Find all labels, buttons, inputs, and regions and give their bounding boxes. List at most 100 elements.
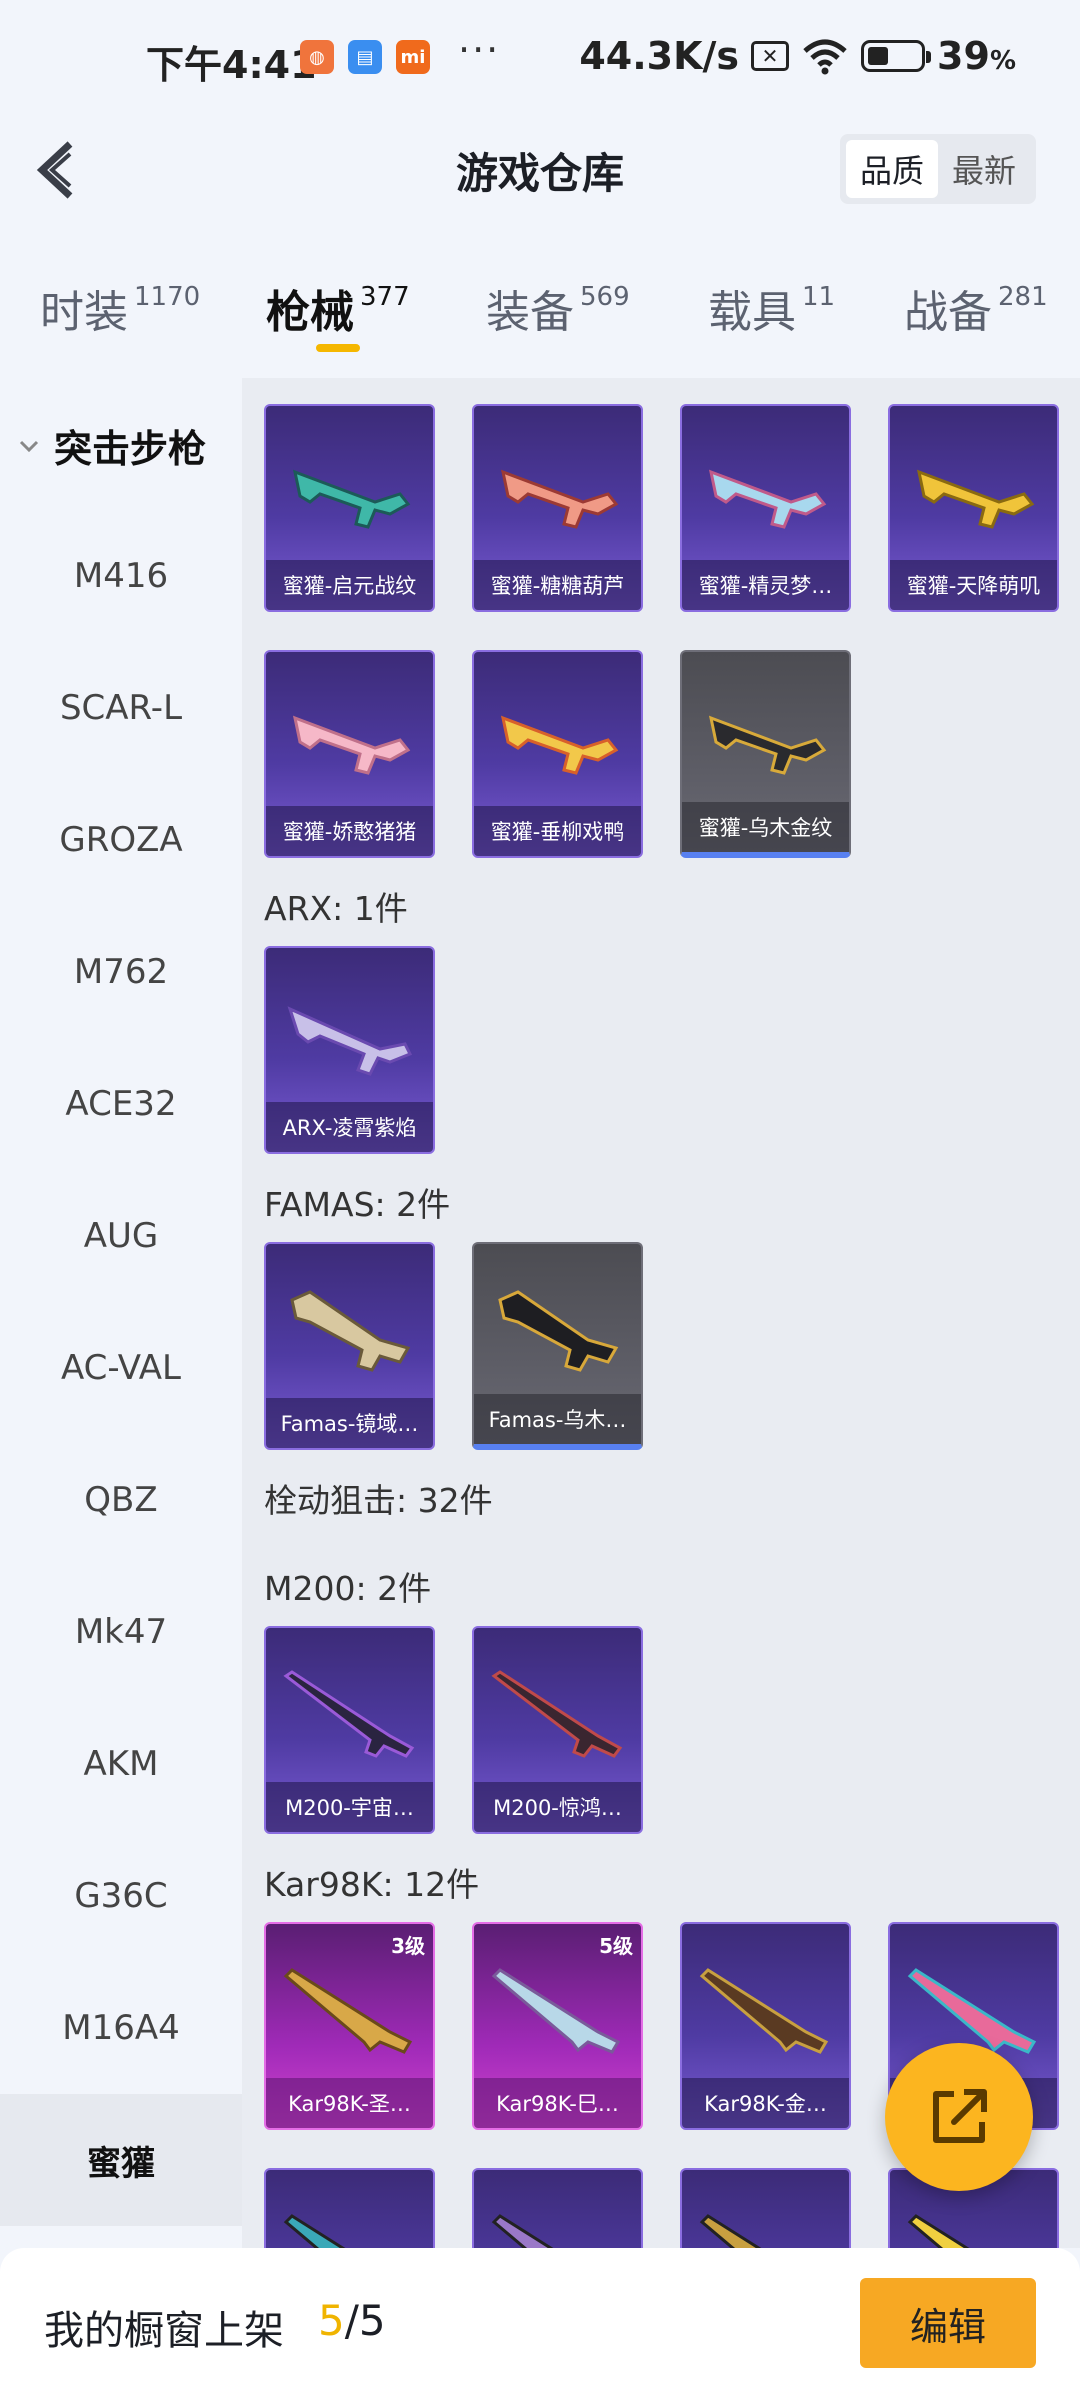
sidebar-item-m762[interactable]: M762 — [0, 906, 242, 1038]
tab-equipment[interactable]: 装备 569 — [486, 276, 630, 340]
sidebar-item-groza[interactable]: GROZA — [0, 774, 242, 906]
network-speed: 44.3K/s — [579, 34, 740, 78]
rifle-icon — [287, 1006, 413, 1076]
weapon-card[interactable]: Kar98K-金… — [680, 1922, 851, 2130]
sort-newest-button[interactable]: 最新 — [938, 140, 1030, 198]
rifle-icon — [292, 715, 411, 775]
weapon-card[interactable]: Famas-镜域… — [264, 1242, 435, 1450]
category-tabs: 时装 1170 枪械 377 装备 569 载具 11 战备 281 — [0, 250, 1080, 360]
sidebar-item-ace32[interactable]: ACE32 — [0, 1038, 242, 1170]
weapon-sidebar: 突击步枪 M416 SCAR-L GROZA M762 ACE32 AUG AC… — [0, 378, 242, 2248]
sort-quality-button[interactable]: 品质 — [846, 140, 938, 198]
card-row: Famas-镜域… Famas-乌木… — [264, 1242, 643, 1450]
rifle-icon — [708, 715, 827, 775]
tab-weapons[interactable]: 枪械 377 — [266, 276, 410, 340]
card-label: 蜜獾-糖糖葫芦 — [474, 560, 641, 610]
weapon-card[interactable]: 5级 Kar98K-巳… — [472, 1922, 643, 2130]
wallet-notification-icon: ▤ — [348, 40, 382, 74]
card-label: ARX-凌霄紫焰 — [266, 1102, 433, 1152]
tab-label: 载具 — [708, 287, 796, 338]
tab-count: 281 — [998, 282, 1048, 312]
weapon-grid-panel: 蜜獾-启元战纹 蜜獾-糖糖葫芦 蜜獾-精灵梦… 蜜獾-天降萌叽 蜜獾-娇憨猪猪 … — [242, 378, 1080, 2248]
rifle-icon — [498, 1290, 619, 1372]
card-label: Famas-乌木… — [474, 1394, 641, 1444]
card-label: 蜜獾-启元战纹 — [266, 560, 433, 610]
weapon-card[interactable]: 蜜獾-启元战纹 — [264, 404, 435, 612]
section-title-bolt-action: 栓动狙击: 32件 — [264, 1481, 493, 1520]
sidebar-item-m416[interactable]: M416 — [0, 510, 242, 642]
weapon-card[interactable] — [264, 2168, 435, 2248]
card-label: 蜜獾-天降萌叽 — [890, 560, 1057, 610]
sidebar-item-ac-val[interactable]: AC-VAL — [0, 1302, 242, 1434]
sidebar-item-scar-l[interactable]: SCAR-L — [0, 642, 242, 774]
share-button[interactable] — [885, 2043, 1033, 2191]
sidebar-group-label: 突击步枪 — [54, 427, 207, 471]
showcase-bar: 我的橱窗上架 5/5 编辑 — [0, 2248, 1080, 2400]
card-label: M200-惊鸿… — [474, 1782, 641, 1832]
weapon-card[interactable]: 蜜獾-垂柳戏鸭 — [472, 650, 643, 858]
sniper-rifle-icon — [491, 1670, 623, 1758]
sidebar-item-honey-badger[interactable]: 蜜獾 — [0, 2094, 242, 2226]
weapon-card[interactable]: 蜜獾-娇憨猪猪 — [264, 650, 435, 858]
section-title-m200: M200: 2件 — [264, 1569, 432, 1608]
card-label: 蜜獾-乌木金纹 — [682, 802, 849, 852]
weapon-card[interactable]: 蜜獾-乌木金纹 — [680, 650, 851, 858]
sort-toggle: 品质 最新 — [840, 134, 1036, 204]
sniper-rifle-icon — [283, 2214, 346, 2248]
showcase-current: 5 — [318, 2296, 345, 2345]
sidebar-item-g36c[interactable]: G36C — [0, 1830, 242, 1962]
sidebar-item-aug[interactable]: AUG — [0, 1170, 242, 1302]
tab-label: 时装 — [40, 287, 128, 338]
sniper-rifle-icon — [283, 1670, 415, 1758]
weapon-card[interactable]: M200-宇宙… — [264, 1626, 435, 1834]
section-title-kar98k: Kar98K: 12件 — [264, 1865, 480, 1904]
chevron-down-icon — [19, 440, 39, 452]
edit-button[interactable]: 编辑 — [860, 2278, 1036, 2368]
weapon-card[interactable]: ARX-凌霄紫焰 — [264, 946, 435, 1154]
weapon-card[interactable]: 蜜獾-精灵梦… — [680, 404, 851, 612]
showcase-total: /5 — [344, 2296, 386, 2345]
battery-icon — [861, 40, 932, 72]
weapon-card[interactable]: M200-惊鸿… — [472, 1626, 643, 1834]
section-title-famas: FAMAS: 2件 — [264, 1185, 451, 1224]
card-label: Famas-镜域… — [266, 1398, 433, 1448]
rifle-icon — [916, 469, 1035, 529]
share-external-icon — [933, 2089, 987, 2143]
tab-fashion[interactable]: 时装 1170 — [40, 276, 200, 340]
card-label: M200-宇宙… — [266, 1782, 433, 1832]
status-bar: 下午4:41 ◍ ▤ mi ··· 44.3K/s ✕ 39% — [0, 0, 1080, 110]
sidebar-item-m16a4[interactable]: M16A4 — [0, 1962, 242, 2094]
rifle-icon — [500, 469, 619, 529]
rifle-icon — [708, 469, 827, 529]
sidebar-group-assault-rifles[interactable]: 突击步枪 — [18, 418, 206, 473]
weapon-card[interactable]: 3级 Kar98K-圣… — [264, 1922, 435, 2130]
status-right: 44.3K/s ✕ 39% — [579, 34, 1016, 78]
showcase-count: 5/5 — [318, 2296, 386, 2345]
weapon-card[interactable] — [472, 2168, 643, 2248]
sniper-rifle-icon — [491, 2214, 554, 2248]
tab-battle-gear[interactable]: 战备 281 — [904, 276, 1048, 340]
weapon-card[interactable] — [680, 2168, 851, 2248]
rifle-icon — [500, 715, 619, 775]
showcase-label: 我的橱窗上架 — [44, 2308, 284, 2354]
sidebar-item-qbz[interactable]: QBZ — [0, 1434, 242, 1566]
tab-label: 枪械 — [266, 287, 354, 338]
card-label: Kar98K-巳… — [474, 2078, 641, 2128]
sidebar-item-mk47[interactable]: Mk47 — [0, 1566, 242, 1698]
weapon-card[interactable]: Famas-乌木… — [472, 1242, 643, 1450]
notification-icons: ◍ ▤ mi — [300, 40, 430, 74]
tab-label: 装备 — [486, 287, 574, 338]
sniper-rifle-icon — [491, 1968, 621, 2054]
card-row: ARX-凌霄紫焰 — [264, 946, 435, 1154]
card-label: 蜜獾-垂柳戏鸭 — [474, 806, 641, 856]
card-row: M200-宇宙… M200-惊鸿… — [264, 1626, 643, 1834]
sidebar-item-akm[interactable]: AKM — [0, 1698, 242, 1830]
weapon-card[interactable]: 蜜獾-天降萌叽 — [888, 404, 1059, 612]
sim-off-icon: ✕ — [751, 41, 790, 71]
tab-vehicles[interactable]: 载具 11 — [708, 276, 835, 340]
tab-label: 战备 — [904, 287, 992, 338]
rifle-icon — [290, 1290, 411, 1372]
weapon-card[interactable]: 蜜獾-糖糖葫芦 — [472, 404, 643, 612]
tab-count: 11 — [802, 282, 836, 312]
sniper-rifle-icon — [699, 2214, 762, 2248]
